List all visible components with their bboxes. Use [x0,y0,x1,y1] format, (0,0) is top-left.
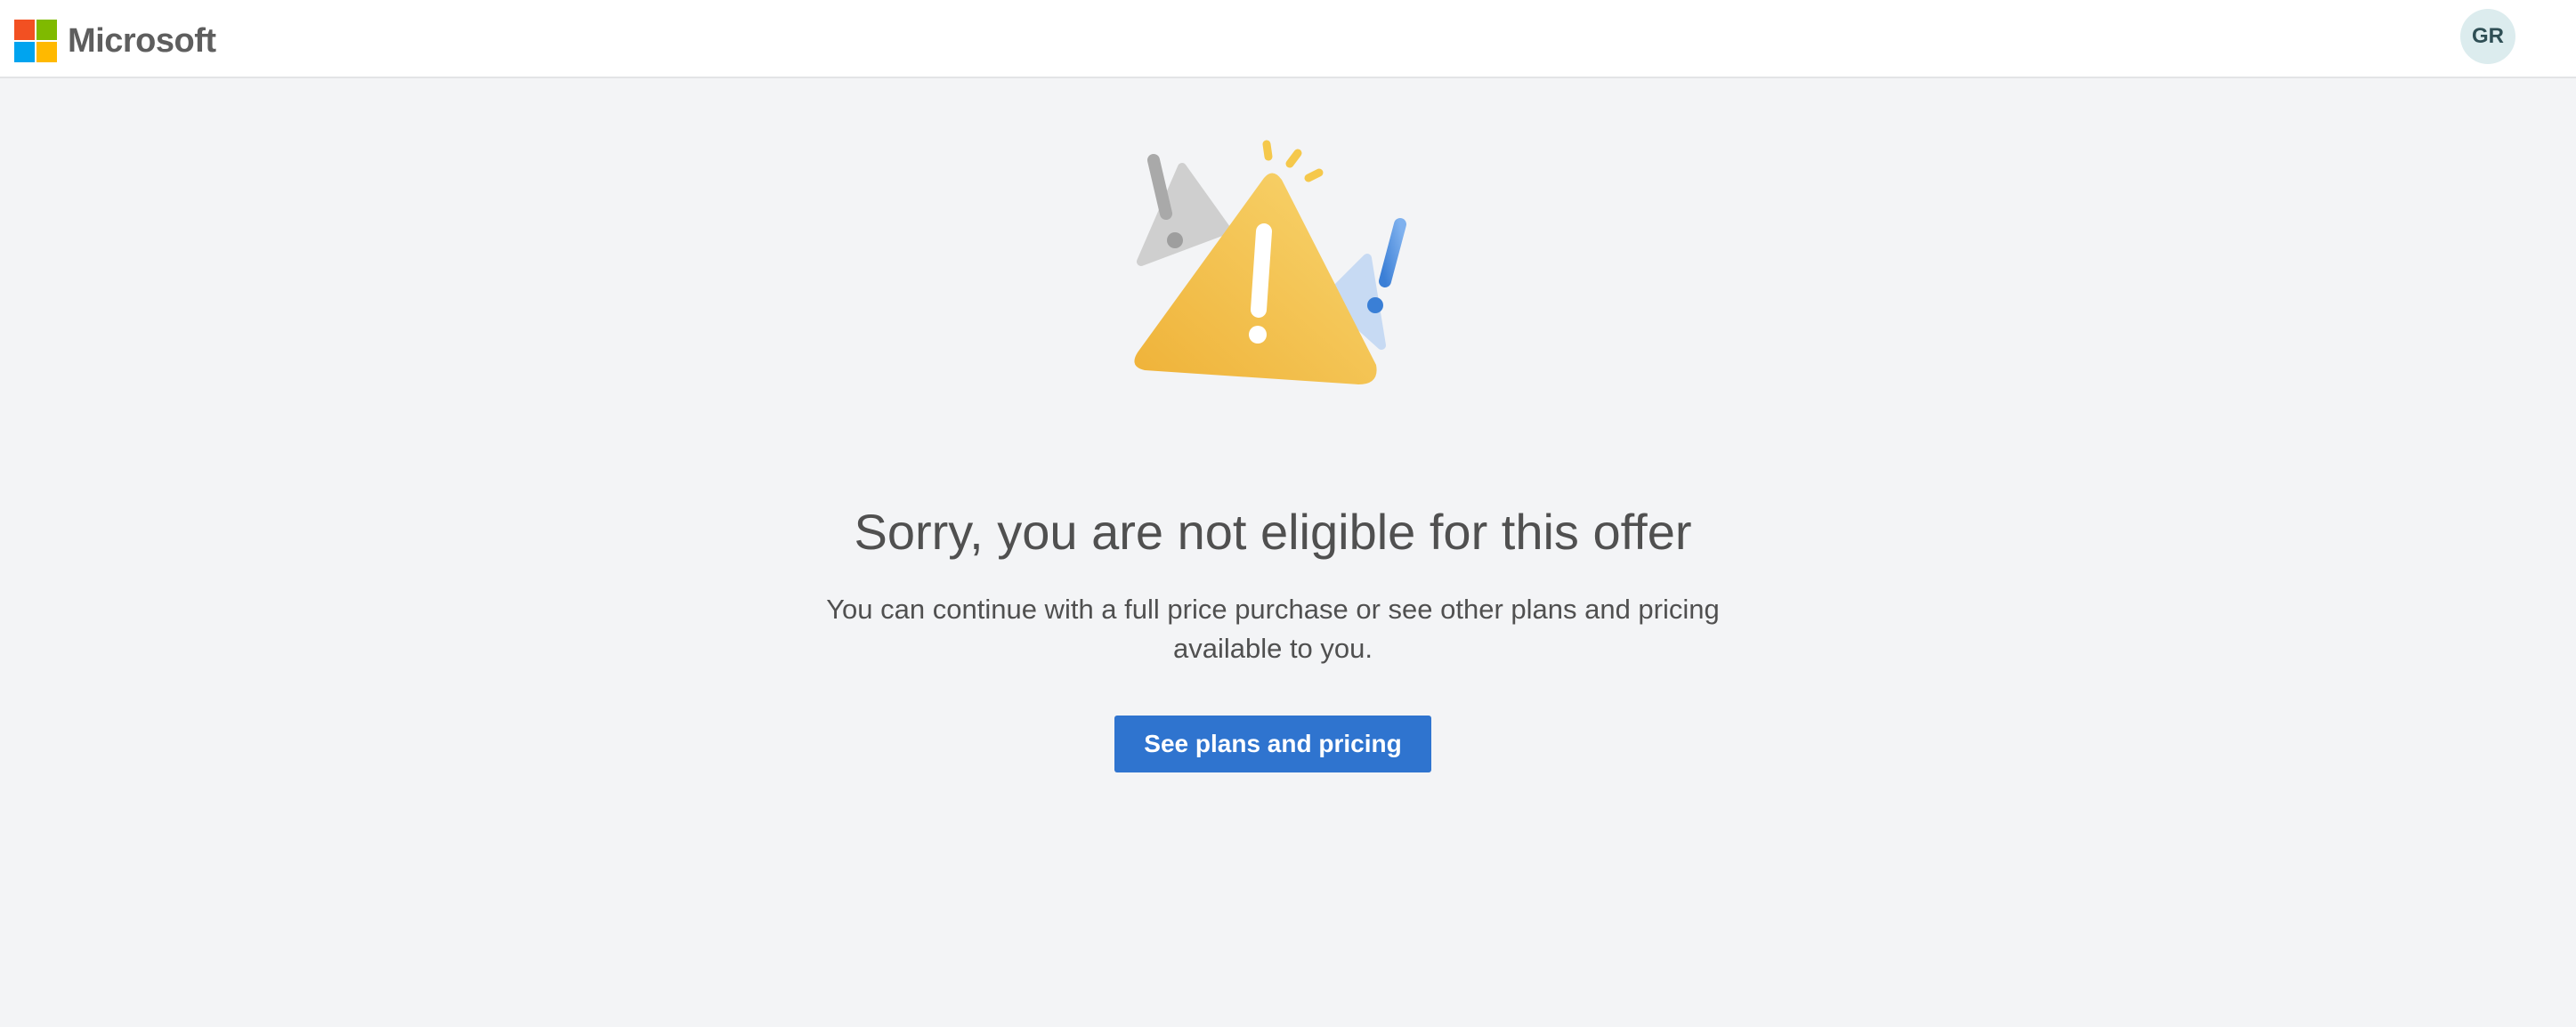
logo-green-square [36,20,57,40]
microsoft-logo-icon[interactable] [14,20,57,62]
page-description: You can continue with a full price purch… [826,594,1720,664]
top-bar: Microsoft GR [0,0,2576,78]
user-avatar[interactable]: GR [2460,9,2515,64]
warning-triangle-icon [1122,125,1424,409]
page-title: Sorry, you are not eligible for this off… [854,503,1692,560]
brand-name[interactable]: Microsoft [68,18,216,64]
logo-blue-square [14,42,35,62]
see-plans-and-pricing-button[interactable]: See plans and pricing [1114,716,1431,772]
logo-yellow-square [36,42,57,62]
logo-red-square [14,20,35,40]
